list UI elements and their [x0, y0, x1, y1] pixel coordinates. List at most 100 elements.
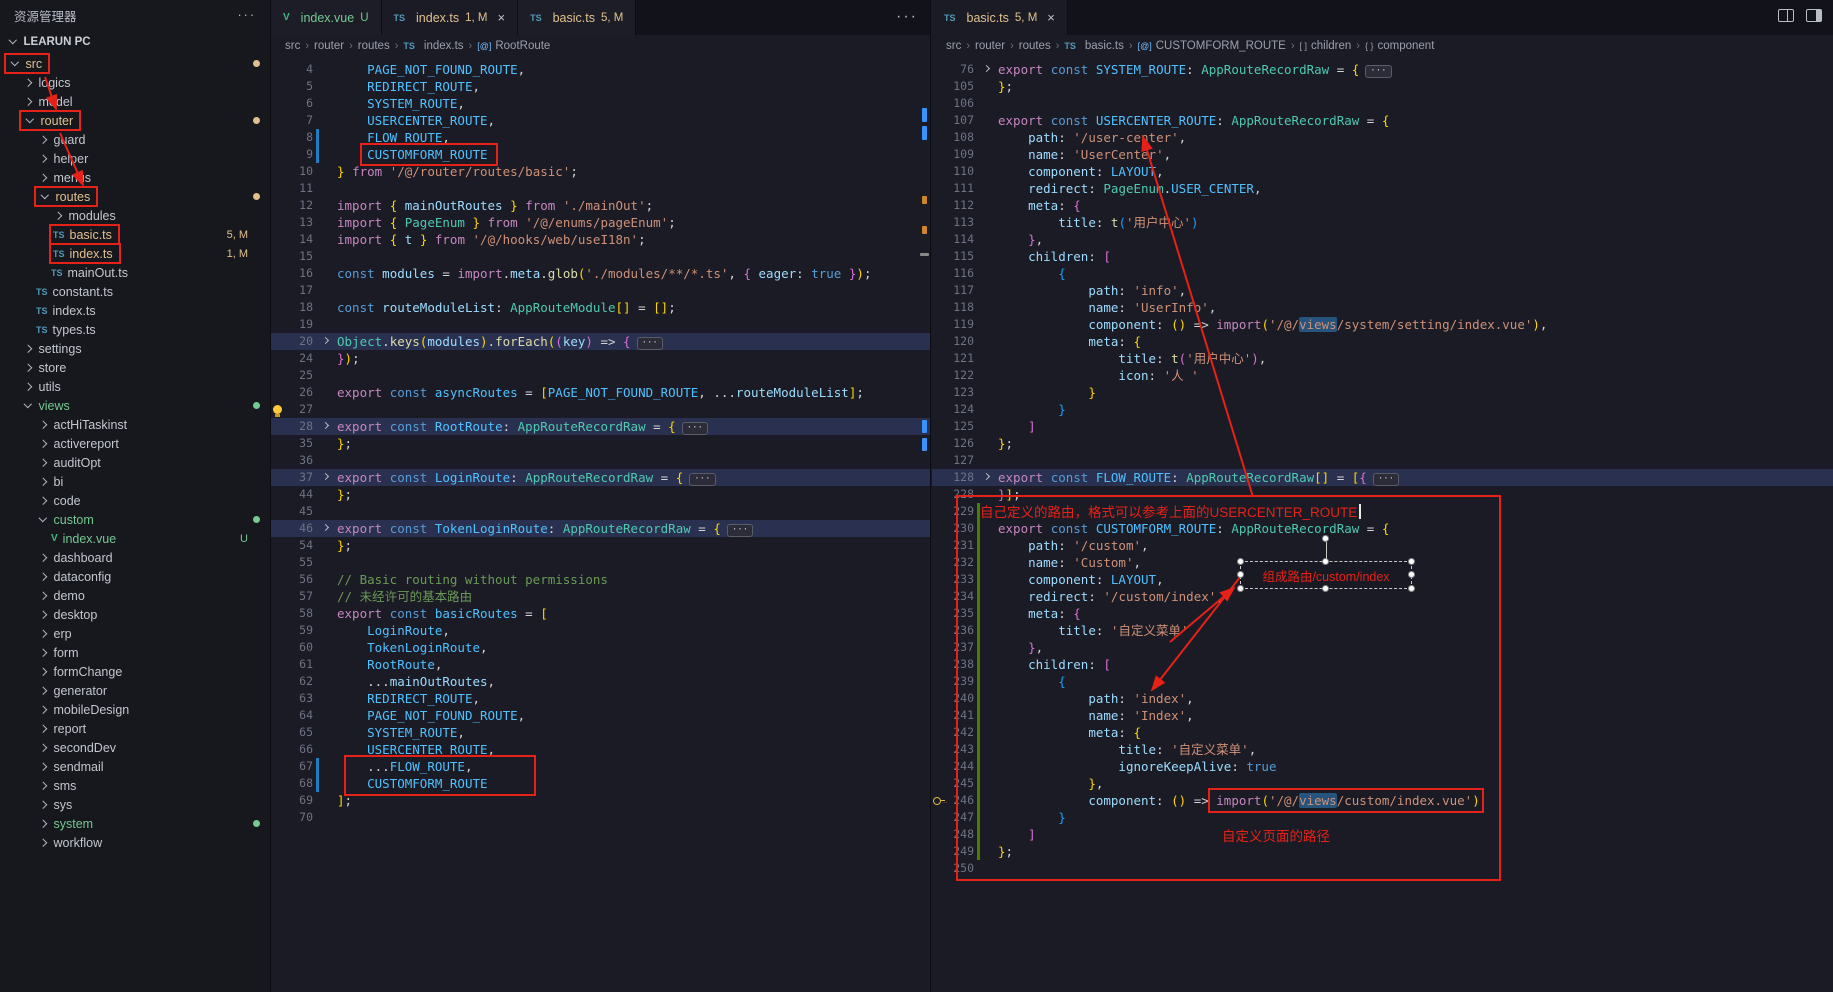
- code-line-28[interactable]: 28export const RootRoute: AppRouteRecord…: [271, 418, 930, 435]
- code-line-20[interactable]: 20Object.keys(modules).forEach((key) => …: [271, 333, 930, 350]
- code-line-121[interactable]: 121 title: t('用户中心'),: [932, 350, 1833, 367]
- tree-item-demo[interactable]: demo: [0, 586, 270, 605]
- code-line-6[interactable]: 6 SYSTEM_ROUTE,: [271, 95, 930, 112]
- code-line-5[interactable]: 5 REDIRECT_ROUTE,: [271, 78, 930, 95]
- code-line-14[interactable]: 14import { t } from '/@/hooks/web/useI18…: [271, 231, 930, 248]
- breadcrumb-item-src[interactable]: src: [946, 40, 961, 52]
- code-line-24[interactable]: 24});: [271, 350, 930, 367]
- code-line-15[interactable]: 15: [271, 248, 930, 265]
- code-line-46[interactable]: 46export const TokenLoginRoute: AppRoute…: [271, 520, 930, 537]
- code-line-234[interactable]: 234 redirect: '/custom/index',: [932, 588, 1833, 605]
- lightbulb-icon[interactable]: [273, 405, 282, 414]
- tree-item-mainOut.ts[interactable]: TSmainOut.ts: [0, 263, 270, 282]
- code-line-247[interactable]: 247 }: [932, 809, 1833, 826]
- code-line-69[interactable]: 69];: [271, 792, 930, 809]
- tree-item-views[interactable]: views: [0, 396, 270, 415]
- folded-code-placeholder[interactable]: ···: [637, 337, 663, 350]
- code-line-109[interactable]: 109 name: 'UserCenter',: [932, 146, 1833, 163]
- code-line-26[interactable]: 26export const asyncRoutes = [PAGE_NOT_F…: [271, 384, 930, 401]
- tree-item-index.vue[interactable]: Vindex.vueU: [0, 529, 270, 548]
- tree-item-activereport[interactable]: activereport: [0, 434, 270, 453]
- breadcrumb-item-CUSTOMFORM_ROUTE[interactable]: [@]CUSTOMFORM_ROUTE: [1138, 40, 1286, 52]
- editor-more-actions-button[interactable]: ···: [896, 8, 918, 26]
- code-line-107[interactable]: 107export const USERCENTER_ROUTE: AppRou…: [932, 112, 1833, 129]
- code-line-125[interactable]: 125 ]: [932, 418, 1833, 435]
- code-line-235[interactable]: 235 meta: {: [932, 605, 1833, 622]
- code-line-18[interactable]: 18const routeModuleList: AppRouteModule[…: [271, 299, 930, 316]
- breadcrumb-item-component[interactable]: { }component: [1365, 40, 1434, 52]
- tree-item-dataconfig[interactable]: dataconfig: [0, 567, 270, 586]
- resize-handle[interactable]: [1237, 571, 1244, 578]
- code-line-230[interactable]: 230export const CUSTOMFORM_ROUTE: AppRou…: [932, 520, 1833, 537]
- code-line-45[interactable]: 45: [271, 503, 930, 520]
- code-line-54[interactable]: 54};: [271, 537, 930, 554]
- tree-item-model[interactable]: model: [0, 92, 270, 111]
- breadcrumb-item-router[interactable]: router: [314, 40, 344, 52]
- code-line-120[interactable]: 120 meta: {: [932, 333, 1833, 350]
- tree-item-system[interactable]: system: [0, 814, 270, 833]
- tree-item-sendmail[interactable]: sendmail: [0, 757, 270, 776]
- tree-item-router[interactable]: router: [0, 111, 270, 130]
- breadcrumb-item-src[interactable]: src: [285, 40, 300, 52]
- tree-item-logics[interactable]: logics: [0, 73, 270, 92]
- code-line-25[interactable]: 25: [271, 367, 930, 384]
- tree-item-mobileDesign[interactable]: mobileDesign: [0, 700, 270, 719]
- code-line-126[interactable]: 126};: [932, 435, 1833, 452]
- code-line-17[interactable]: 17: [271, 282, 930, 299]
- tree-item-store[interactable]: store: [0, 358, 270, 377]
- tree-item-guard[interactable]: guard: [0, 130, 270, 149]
- code-line-63[interactable]: 63 REDIRECT_ROUTE,: [271, 690, 930, 707]
- code-line-56[interactable]: 56// Basic routing without permissions: [271, 571, 930, 588]
- code-line-239[interactable]: 239 {: [932, 673, 1833, 690]
- code-line-37[interactable]: 37export const LoginRoute: AppRouteRecor…: [271, 469, 930, 486]
- code-line-231[interactable]: 231 path: '/custom',: [932, 537, 1833, 554]
- code-line-55[interactable]: 55: [271, 554, 930, 571]
- code-line-127[interactable]: 127: [932, 452, 1833, 469]
- code-line-19[interactable]: 19: [271, 316, 930, 333]
- code-editor[interactable]: 76export const SYSTEM_ROUTE: AppRouteRec…: [932, 57, 1833, 877]
- more-actions-button[interactable]: ···: [238, 8, 257, 22]
- rotate-handle[interactable]: [1322, 535, 1329, 542]
- close-icon[interactable]: ×: [1047, 10, 1055, 25]
- customize-layout-icon[interactable]: [1806, 9, 1822, 22]
- code-line-11[interactable]: 11: [271, 180, 930, 197]
- code-line-241[interactable]: 241 name: 'Index',: [932, 707, 1833, 724]
- code-line-228[interactable]: 228}];: [932, 486, 1833, 503]
- tab-index.vue[interactable]: Vindex.vueU: [271, 0, 382, 35]
- tree-item-routes[interactable]: routes: [0, 187, 270, 206]
- tree-item-desktop[interactable]: desktop: [0, 605, 270, 624]
- code-line-112[interactable]: 112 meta: {: [932, 197, 1833, 214]
- tree-item-index.ts[interactable]: TSindex.ts: [0, 301, 270, 320]
- fold-chevron-icon[interactable]: [322, 473, 329, 480]
- code-line-35[interactable]: 35};: [271, 435, 930, 452]
- code-line-16[interactable]: 16const modules = import.meta.glob('./mo…: [271, 265, 930, 282]
- code-line-66[interactable]: 66 USERCENTER_ROUTE,: [271, 741, 930, 758]
- folded-code-placeholder[interactable]: ···: [727, 524, 753, 537]
- tree-item-utils[interactable]: utils: [0, 377, 270, 396]
- resize-handle[interactable]: [1237, 585, 1244, 592]
- breadcrumb-item-router[interactable]: router: [975, 40, 1005, 52]
- code-line-119[interactable]: 119 component: () => import('/@/views/sy…: [932, 316, 1833, 333]
- code-line-65[interactable]: 65 SYSTEM_ROUTE,: [271, 724, 930, 741]
- code-line-248[interactable]: 248 ]: [932, 826, 1833, 843]
- tree-item-auditOpt[interactable]: auditOpt: [0, 453, 270, 472]
- fold-chevron-icon[interactable]: [983, 473, 990, 480]
- tree-item-basic.ts[interactable]: TSbasic.ts5, M: [0, 225, 270, 244]
- code-line-106[interactable]: 106: [932, 95, 1833, 112]
- code-line-117[interactable]: 117 path: 'info',: [932, 282, 1833, 299]
- code-editor[interactable]: 4 PAGE_NOT_FOUND_ROUTE,5 REDIRECT_ROUTE,…: [271, 57, 930, 826]
- fold-chevron-icon[interactable]: [322, 524, 329, 531]
- folded-code-placeholder[interactable]: ···: [1373, 473, 1399, 486]
- resize-handle[interactable]: [1322, 558, 1329, 565]
- code-line-60[interactable]: 60 TokenLoginRoute,: [271, 639, 930, 656]
- code-line-246[interactable]: 246 component: () => import('/@/views/cu…: [932, 792, 1833, 809]
- tab-basic.ts[interactable]: TSbasic.ts5, M×: [932, 0, 1068, 35]
- code-line-13[interactable]: 13import { PageEnum } from '/@/enums/pag…: [271, 214, 930, 231]
- workspace-header[interactable]: LEARUN PC: [0, 30, 270, 54]
- code-line-4[interactable]: 4 PAGE_NOT_FOUND_ROUTE,: [271, 61, 930, 78]
- tree-item-helper[interactable]: helper: [0, 149, 270, 168]
- tree-item-erp[interactable]: erp: [0, 624, 270, 643]
- code-line-242[interactable]: 242 meta: {: [932, 724, 1833, 741]
- annotation-textbox[interactable]: 组成路由/custom/index: [1240, 561, 1412, 589]
- breadcrumb-item-children[interactable]: [ ]children: [1300, 40, 1352, 52]
